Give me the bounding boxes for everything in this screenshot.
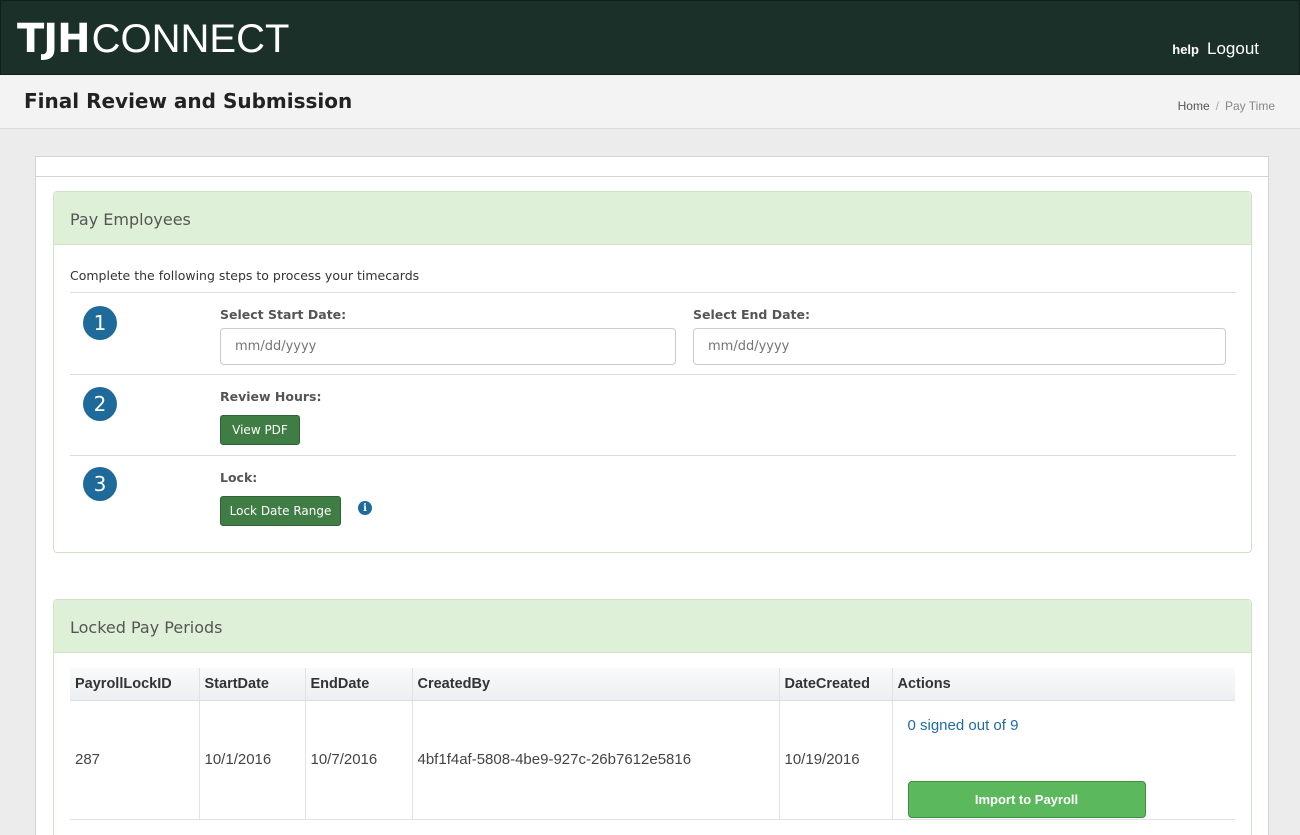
main-card-top-bar <box>36 157 1268 177</box>
pay-employees-intro: Complete the following steps to process … <box>70 268 420 283</box>
step-2-row: 2 Review Hours: View PDF <box>70 374 1236 455</box>
tjh-connect-logo[interactable]: TJH CONNECT <box>17 16 290 62</box>
top-navbar: TJH CONNECT help Logout <box>0 0 1300 75</box>
cell-createdby: 4bf1f4af-5808-4be9-927c-26b7612e5816 <box>412 700 780 819</box>
pay-employees-panel: Pay Employees Complete the following ste… <box>53 191 1252 553</box>
column-header-createdby[interactable]: CreatedBy <box>412 668 780 701</box>
breadcrumb: Home / Pay Time <box>1178 99 1275 113</box>
logout-link[interactable]: Logout <box>1207 39 1259 59</box>
review-hours-label: Review Hours: <box>220 389 322 404</box>
column-header-actions: Actions <box>892 668 1235 701</box>
end-date-input[interactable] <box>693 328 1226 365</box>
breadcrumb-home[interactable]: Home <box>1178 99 1210 113</box>
table-row: 287 10/1/2016 10/7/2016 4bf1f4af-5808-4b… <box>70 700 1235 819</box>
step-1-badge: 1 <box>83 306 117 340</box>
step-3-badge: 3 <box>83 467 117 501</box>
column-header-enddate[interactable]: EndDate <box>305 668 413 701</box>
end-date-label: Select End Date: <box>693 307 810 322</box>
breadcrumb-pay-time: Pay Time <box>1224 99 1275 113</box>
cell-datecreated: 10/19/2016 <box>779 700 893 819</box>
column-header-startdate[interactable]: StartDate <box>199 668 306 701</box>
step-2-badge: 2 <box>83 387 117 421</box>
signed-count-link[interactable]: 0 signed out of 9 <box>908 717 1019 734</box>
page-title: Final Review and Submission <box>24 89 353 113</box>
breadcrumb-separator: / <box>1215 99 1219 113</box>
locked-pay-periods-panel: Locked Pay Periods PayrollLockID StartDa… <box>53 599 1252 835</box>
start-date-input[interactable] <box>220 328 676 365</box>
import-to-payroll-button[interactable]: Import to Payroll <box>907 780 1146 818</box>
locked-pay-periods-table: PayrollLockID StartDate EndDate CreatedB… <box>70 668 1235 819</box>
column-header-datecreated[interactable]: DateCreated <box>779 668 893 701</box>
start-date-label: Select Start Date: <box>220 307 347 322</box>
locked-pay-periods-heading: Locked Pay Periods <box>54 600 1251 653</box>
top-nav-links: help Logout <box>1172 39 1259 59</box>
table-row-divider <box>70 819 1235 820</box>
help-link[interactable]: help <box>1172 42 1199 57</box>
cell-payrolllockid: 287 <box>70 700 200 819</box>
cell-actions: 0 signed out of 9 Import to Payroll <box>892 700 1235 819</box>
lock-date-range-button[interactable]: Lock Date Range <box>220 496 341 526</box>
step-3-row: 3 Lock: Lock Date Range i <box>70 455 1236 535</box>
logo-light-text: CONNECT <box>91 16 290 61</box>
pay-employees-heading: Pay Employees <box>54 192 1251 245</box>
cell-enddate: 10/7/2016 <box>305 700 413 819</box>
lock-label: Lock: <box>220 470 258 485</box>
page-header: Final Review and Submission Home / Pay T… <box>0 75 1300 129</box>
info-circle-icon[interactable]: i <box>358 501 372 515</box>
view-pdf-button[interactable]: View PDF <box>220 415 300 445</box>
column-header-payrolllockid[interactable]: PayrollLockID <box>70 668 200 701</box>
cell-startdate: 10/1/2016 <box>199 700 306 819</box>
logo-bold-text: TJH <box>17 16 91 62</box>
step-1-row: 1 Select Start Date: Select End Date: <box>70 292 1236 374</box>
table-header-row: PayrollLockID StartDate EndDate CreatedB… <box>70 668 1235 701</box>
